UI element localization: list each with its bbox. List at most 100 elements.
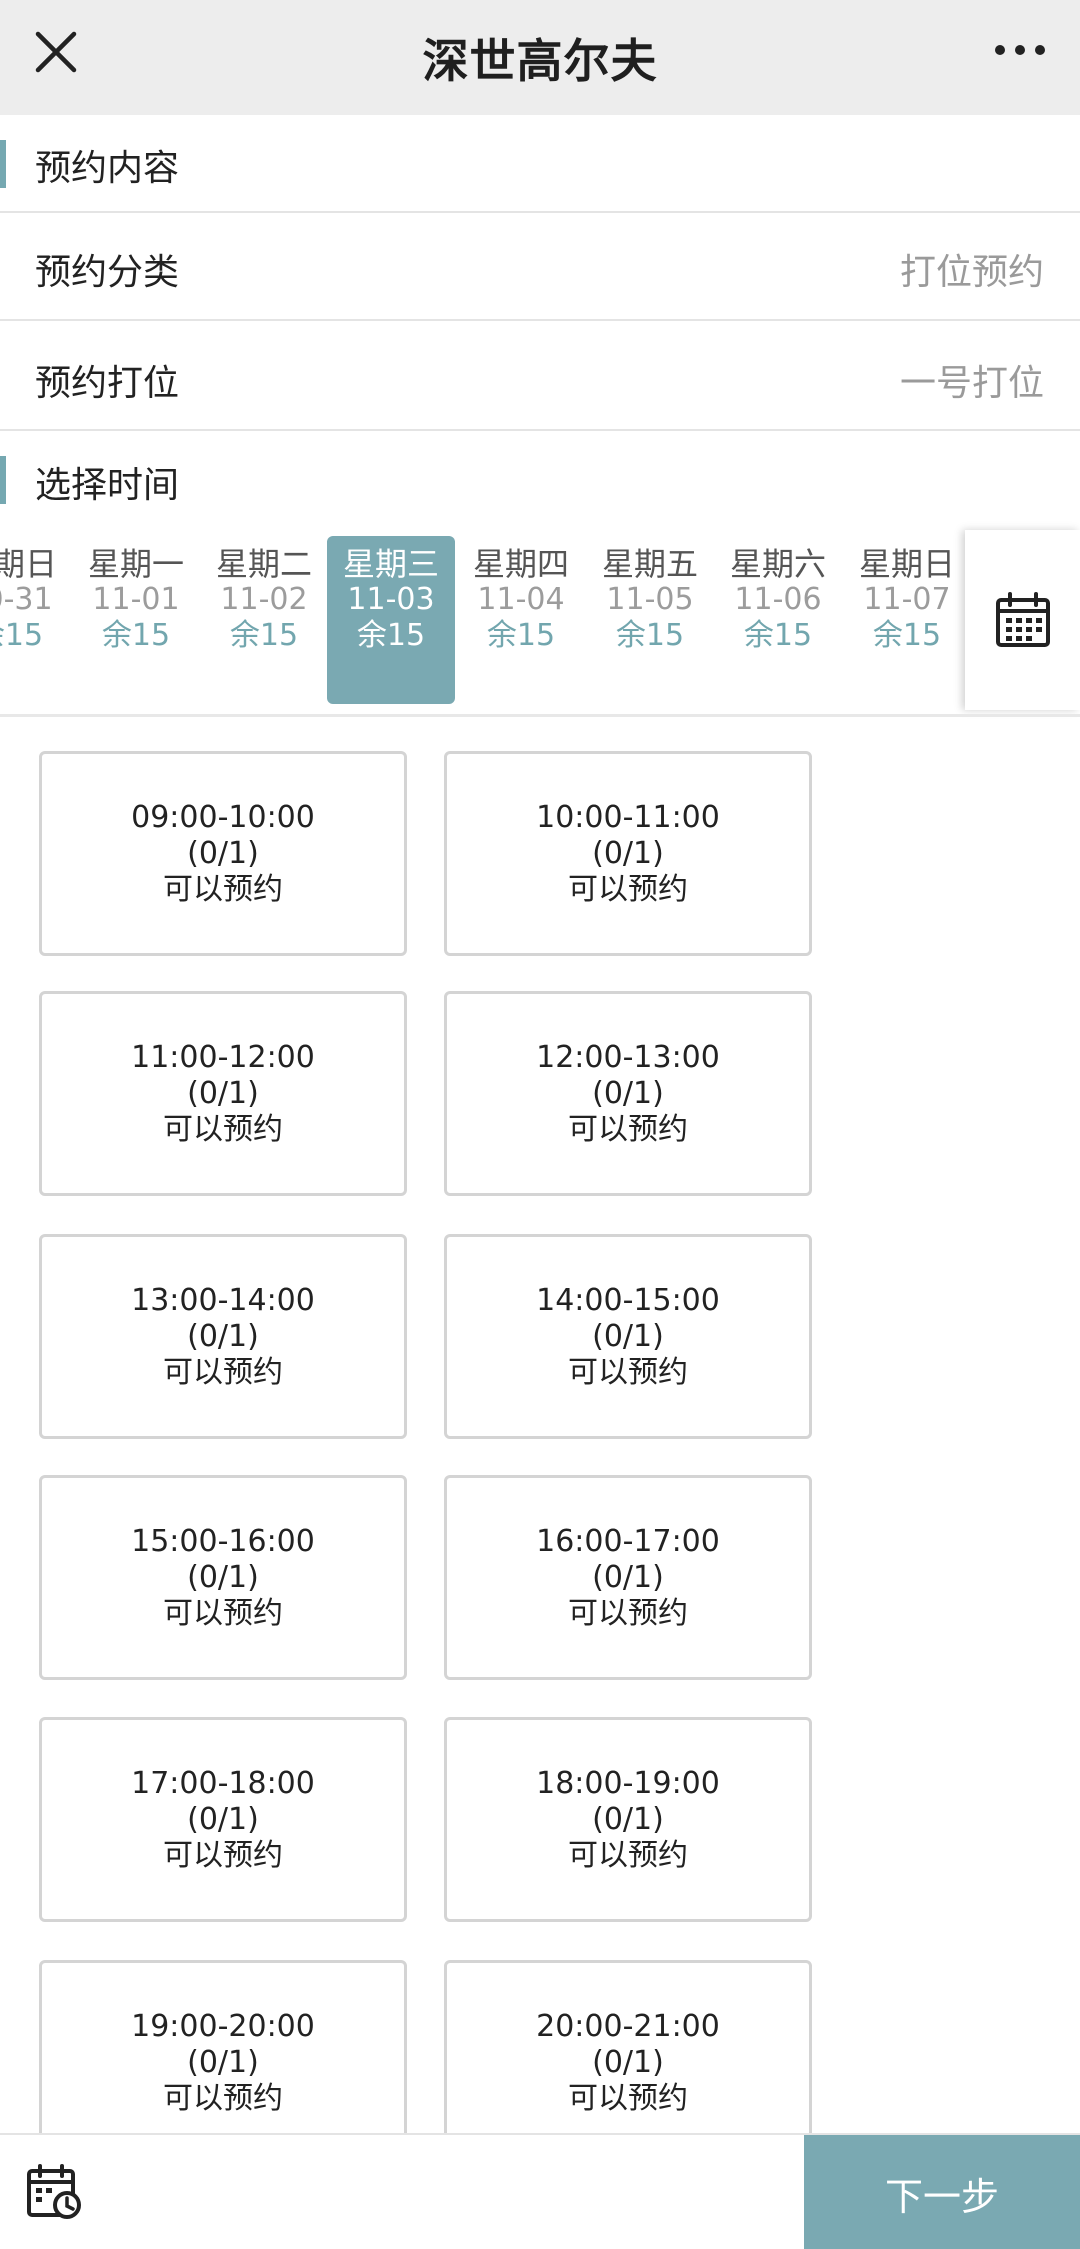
slot-status: 可以预约	[163, 2081, 283, 2116]
slot-time: 12:00-13:00	[536, 1040, 720, 1075]
time-slot[interactable]: 15:00-16:00 (0/1) 可以预约	[39, 1475, 407, 1680]
row-value: 打位预约	[899, 252, 1044, 293]
slot-time: 15:00-16:00	[131, 1524, 315, 1559]
calendar-clock-icon[interactable]	[25, 2163, 83, 2221]
section-header-content: 预约内容	[0, 115, 1080, 212]
slot-count: (0/1)	[187, 836, 259, 871]
date-cell[interactable]: 星期四 11-04 余15	[457, 536, 585, 704]
slot-time: 11:00-12:00	[131, 1040, 315, 1075]
date-value: 10-31	[0, 582, 53, 617]
date-cell[interactable]: 星期二 11-02 余15	[200, 536, 328, 704]
slot-time: 20:00-21:00	[536, 2009, 720, 2044]
row-category[interactable]: 预约分类 打位预约	[0, 213, 1080, 319]
slot-status: 可以预约	[163, 1838, 283, 1873]
slot-count: (0/1)	[187, 1802, 259, 1837]
slot-status: 可以预约	[163, 1596, 283, 1631]
section-header-time: 选择时间	[0, 431, 1080, 527]
date-cell[interactable]: 星期日 11-07 余15	[843, 536, 971, 704]
slot-status: 可以预约	[568, 1596, 688, 1631]
app-header: 深世高尔夫	[0, 0, 1080, 115]
slot-time: 09:00-10:00	[131, 800, 315, 835]
date-remain: 余15	[615, 618, 685, 653]
date-remain: 余15	[101, 618, 171, 653]
date-remain: 余15	[0, 618, 44, 653]
more-icon[interactable]	[990, 30, 1050, 70]
slot-time: 14:00-15:00	[536, 1283, 720, 1318]
date-value: 11-03	[347, 582, 435, 617]
row-bay[interactable]: 预约打位 一号打位	[0, 321, 1080, 429]
slot-time: 10:00-11:00	[536, 800, 720, 835]
time-slot[interactable]: 11:00-12:00 (0/1) 可以预约	[39, 991, 407, 1196]
slot-count: (0/1)	[187, 1076, 259, 1111]
slot-status: 可以预约	[163, 1355, 283, 1390]
slot-count: (0/1)	[187, 2045, 259, 2080]
row-value: 一号打位	[899, 363, 1044, 404]
divider	[0, 714, 1080, 717]
date-strip[interactable]: 星期日 10-31 余15 星期一 11-01 余15 星期二 11-02 余1…	[0, 530, 1080, 710]
slot-count: (0/1)	[592, 1319, 664, 1354]
date-remain: 余15	[743, 618, 813, 653]
footer-bar: 下一步	[0, 2133, 1080, 2249]
date-value: 11-05	[606, 582, 694, 617]
slot-count: (0/1)	[592, 2045, 664, 2080]
date-weekday: 星期五	[601, 545, 698, 583]
slot-status: 可以预约	[568, 1355, 688, 1390]
section-accent-bar	[0, 140, 6, 188]
date-value: 11-06	[734, 582, 822, 617]
time-slot[interactable]: 09:00-10:00 (0/1) 可以预约	[39, 751, 407, 956]
date-weekday: 星期一	[87, 545, 184, 583]
next-step-button[interactable]: 下一步	[804, 2135, 1080, 2249]
slot-status: 可以预约	[163, 1112, 283, 1147]
date-cell[interactable]: 星期六 11-06 余15	[714, 536, 842, 704]
row-label: 预约分类	[35, 252, 180, 293]
date-cell[interactable]: 星期一 11-01 余15	[72, 536, 200, 704]
slot-status: 可以预约	[163, 872, 283, 907]
time-slot[interactable]: 17:00-18:00 (0/1) 可以预约	[39, 1717, 407, 1922]
close-icon[interactable]	[30, 26, 82, 78]
row-label: 预约打位	[35, 363, 180, 404]
date-cell[interactable]: 星期日 10-31 余15	[0, 536, 73, 704]
date-value: 11-02	[220, 582, 308, 617]
date-weekday: 星期二	[215, 545, 312, 583]
slot-time: 16:00-17:00	[536, 1524, 720, 1559]
date-remain: 余15	[229, 618, 299, 653]
slot-status: 可以预约	[568, 2081, 688, 2116]
slot-count: (0/1)	[592, 1076, 664, 1111]
time-slot[interactable]: 16:00-17:00 (0/1) 可以预约	[444, 1475, 812, 1680]
slot-count: (0/1)	[187, 1319, 259, 1354]
calendar-icon	[995, 592, 1050, 647]
page-title: 深世高尔夫	[422, 33, 658, 88]
time-slot[interactable]: 10:00-11:00 (0/1) 可以预约	[444, 751, 812, 956]
date-cell-selected[interactable]: 星期三 11-03 余15	[327, 536, 455, 704]
time-slot[interactable]: 13:00-14:00 (0/1) 可以预约	[39, 1234, 407, 1439]
date-weekday: 星期三	[342, 545, 439, 583]
time-slot[interactable]: 14:00-15:00 (0/1) 可以预约	[444, 1234, 812, 1439]
section-title: 预约内容	[35, 148, 180, 189]
slot-status: 可以预约	[568, 872, 688, 907]
date-remain: 余15	[356, 618, 426, 653]
slot-time: 13:00-14:00	[131, 1283, 315, 1318]
section-accent-bar	[0, 456, 6, 504]
slot-time: 18:00-19:00	[536, 1766, 720, 1801]
date-value: 11-01	[92, 582, 180, 617]
slot-count: (0/1)	[592, 836, 664, 871]
slot-time: 17:00-18:00	[131, 1766, 315, 1801]
slot-status: 可以预约	[568, 1112, 688, 1147]
slot-status: 可以预约	[568, 1838, 688, 1873]
slot-count: (0/1)	[592, 1560, 664, 1595]
date-weekday: 星期六	[729, 545, 826, 583]
slot-time: 19:00-20:00	[131, 2009, 315, 2044]
date-remain: 余15	[486, 618, 556, 653]
date-weekday: 星期日	[0, 545, 57, 583]
section-title: 选择时间	[35, 465, 180, 506]
slot-count: (0/1)	[187, 1560, 259, 1595]
time-slot[interactable]: 12:00-13:00 (0/1) 可以预约	[444, 991, 812, 1196]
date-weekday: 星期四	[472, 545, 569, 583]
calendar-button[interactable]	[965, 530, 1080, 710]
date-value: 11-07	[863, 582, 951, 617]
date-value: 11-04	[477, 582, 565, 617]
time-slot[interactable]: 18:00-19:00 (0/1) 可以预约	[444, 1717, 812, 1922]
date-weekday: 星期日	[858, 545, 955, 583]
date-cell[interactable]: 星期五 11-05 余15	[586, 536, 714, 704]
date-remain: 余15	[872, 618, 942, 653]
